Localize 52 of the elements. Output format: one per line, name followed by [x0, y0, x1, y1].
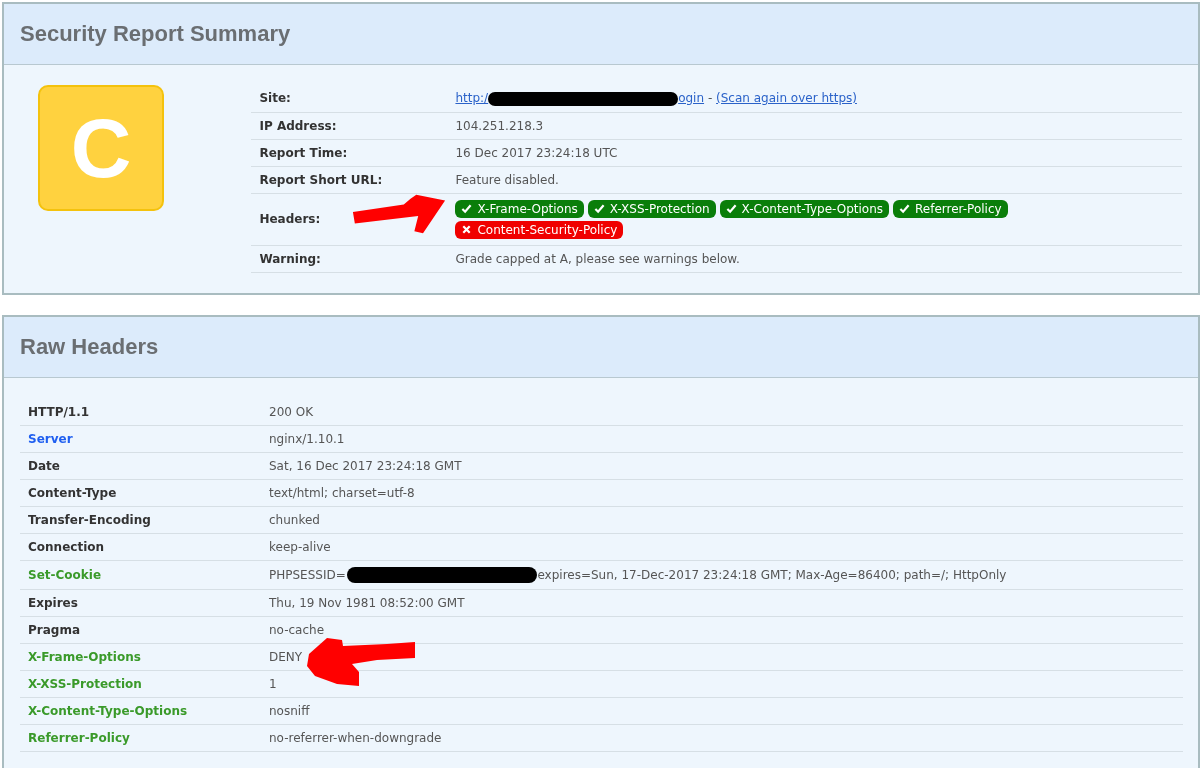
row-label: IP Address:: [259, 118, 337, 133]
header-badge: X-Frame-Options: [455, 199, 584, 218]
header-value: Sat, 16 Dec 2017 23:24:18 GMT: [269, 458, 462, 473]
rescan-link[interactable]: (Scan again over https): [716, 91, 857, 105]
panel-title: Raw Headers: [4, 316, 1198, 378]
header-value: 200 OK: [269, 404, 314, 419]
header-value: chunked: [269, 512, 320, 527]
row-label: Report Short URL:: [259, 172, 383, 187]
header-name: Date: [28, 458, 60, 473]
header-badge: X-XSS-Protection: [587, 199, 716, 218]
check-icon: [461, 203, 473, 214]
header-badge: X-Content-Type-Options: [719, 199, 890, 218]
row-value: Feature disabled.: [455, 172, 559, 187]
header-name: Pragma: [28, 622, 80, 637]
header-value: nginx/1.10.1: [269, 431, 345, 446]
check-icon: [899, 203, 911, 214]
header-value: DENY: [269, 649, 303, 664]
header-value: no-cache: [269, 622, 325, 637]
header-value: 1: [269, 676, 277, 691]
panel-title: Security Report Summary: [4, 4, 1198, 65]
header-value: PHPSESSID=: [269, 567, 346, 581]
header-value: keep-alive: [269, 539, 331, 554]
check-icon: [593, 203, 605, 214]
header-value: expires=Sun, 17-Dec-2017 23:24:18 GMT; Max-Age=86400; path=/; HttpOnly: [537, 567, 1007, 581]
header-value: no-referrer-when-downgrade: [269, 730, 442, 745]
row-label: Report Time:: [259, 145, 348, 160]
cross-icon: [461, 224, 473, 235]
separator-text: -: [707, 91, 713, 105]
row-value: 16 Dec 2017 23:24:18 UTC: [455, 145, 618, 160]
header-name: Referrer-Policy: [28, 730, 130, 745]
header-value: nosniff: [269, 703, 310, 718]
header-badge: Content-Security-Policy: [455, 220, 624, 239]
row-value: Grade capped at A, please see warnings below.: [455, 251, 740, 266]
header-name: Connection: [28, 539, 105, 554]
check-icon: [725, 203, 737, 214]
row-value: 104.251.218.3: [455, 118, 544, 133]
header-badge: Referrer-Policy: [893, 199, 1008, 218]
header-name: X-XSS-Protection: [28, 676, 142, 691]
header-name: Content-Type: [28, 485, 117, 500]
header-name: Transfer-Encoding: [28, 512, 151, 527]
row-label: Warning:: [259, 251, 321, 266]
header-name: Set-Cookie: [28, 567, 102, 582]
row-label: Headers:: [259, 212, 321, 226]
header-value: Thu, 19 Nov 1981 08:52:00 GMT: [269, 595, 465, 610]
header-name: X-Frame-Options: [28, 649, 141, 664]
header-name: Expires: [28, 595, 78, 610]
header-value: text/html; charset=utf-8: [269, 485, 415, 500]
grade-badge: C: [38, 85, 164, 211]
header-name: Server: [28, 431, 73, 446]
row-label: Site:: [259, 91, 291, 106]
header-name: HTTP/1.1: [28, 404, 90, 419]
header-name: X-Content-Type-Options: [28, 703, 188, 718]
